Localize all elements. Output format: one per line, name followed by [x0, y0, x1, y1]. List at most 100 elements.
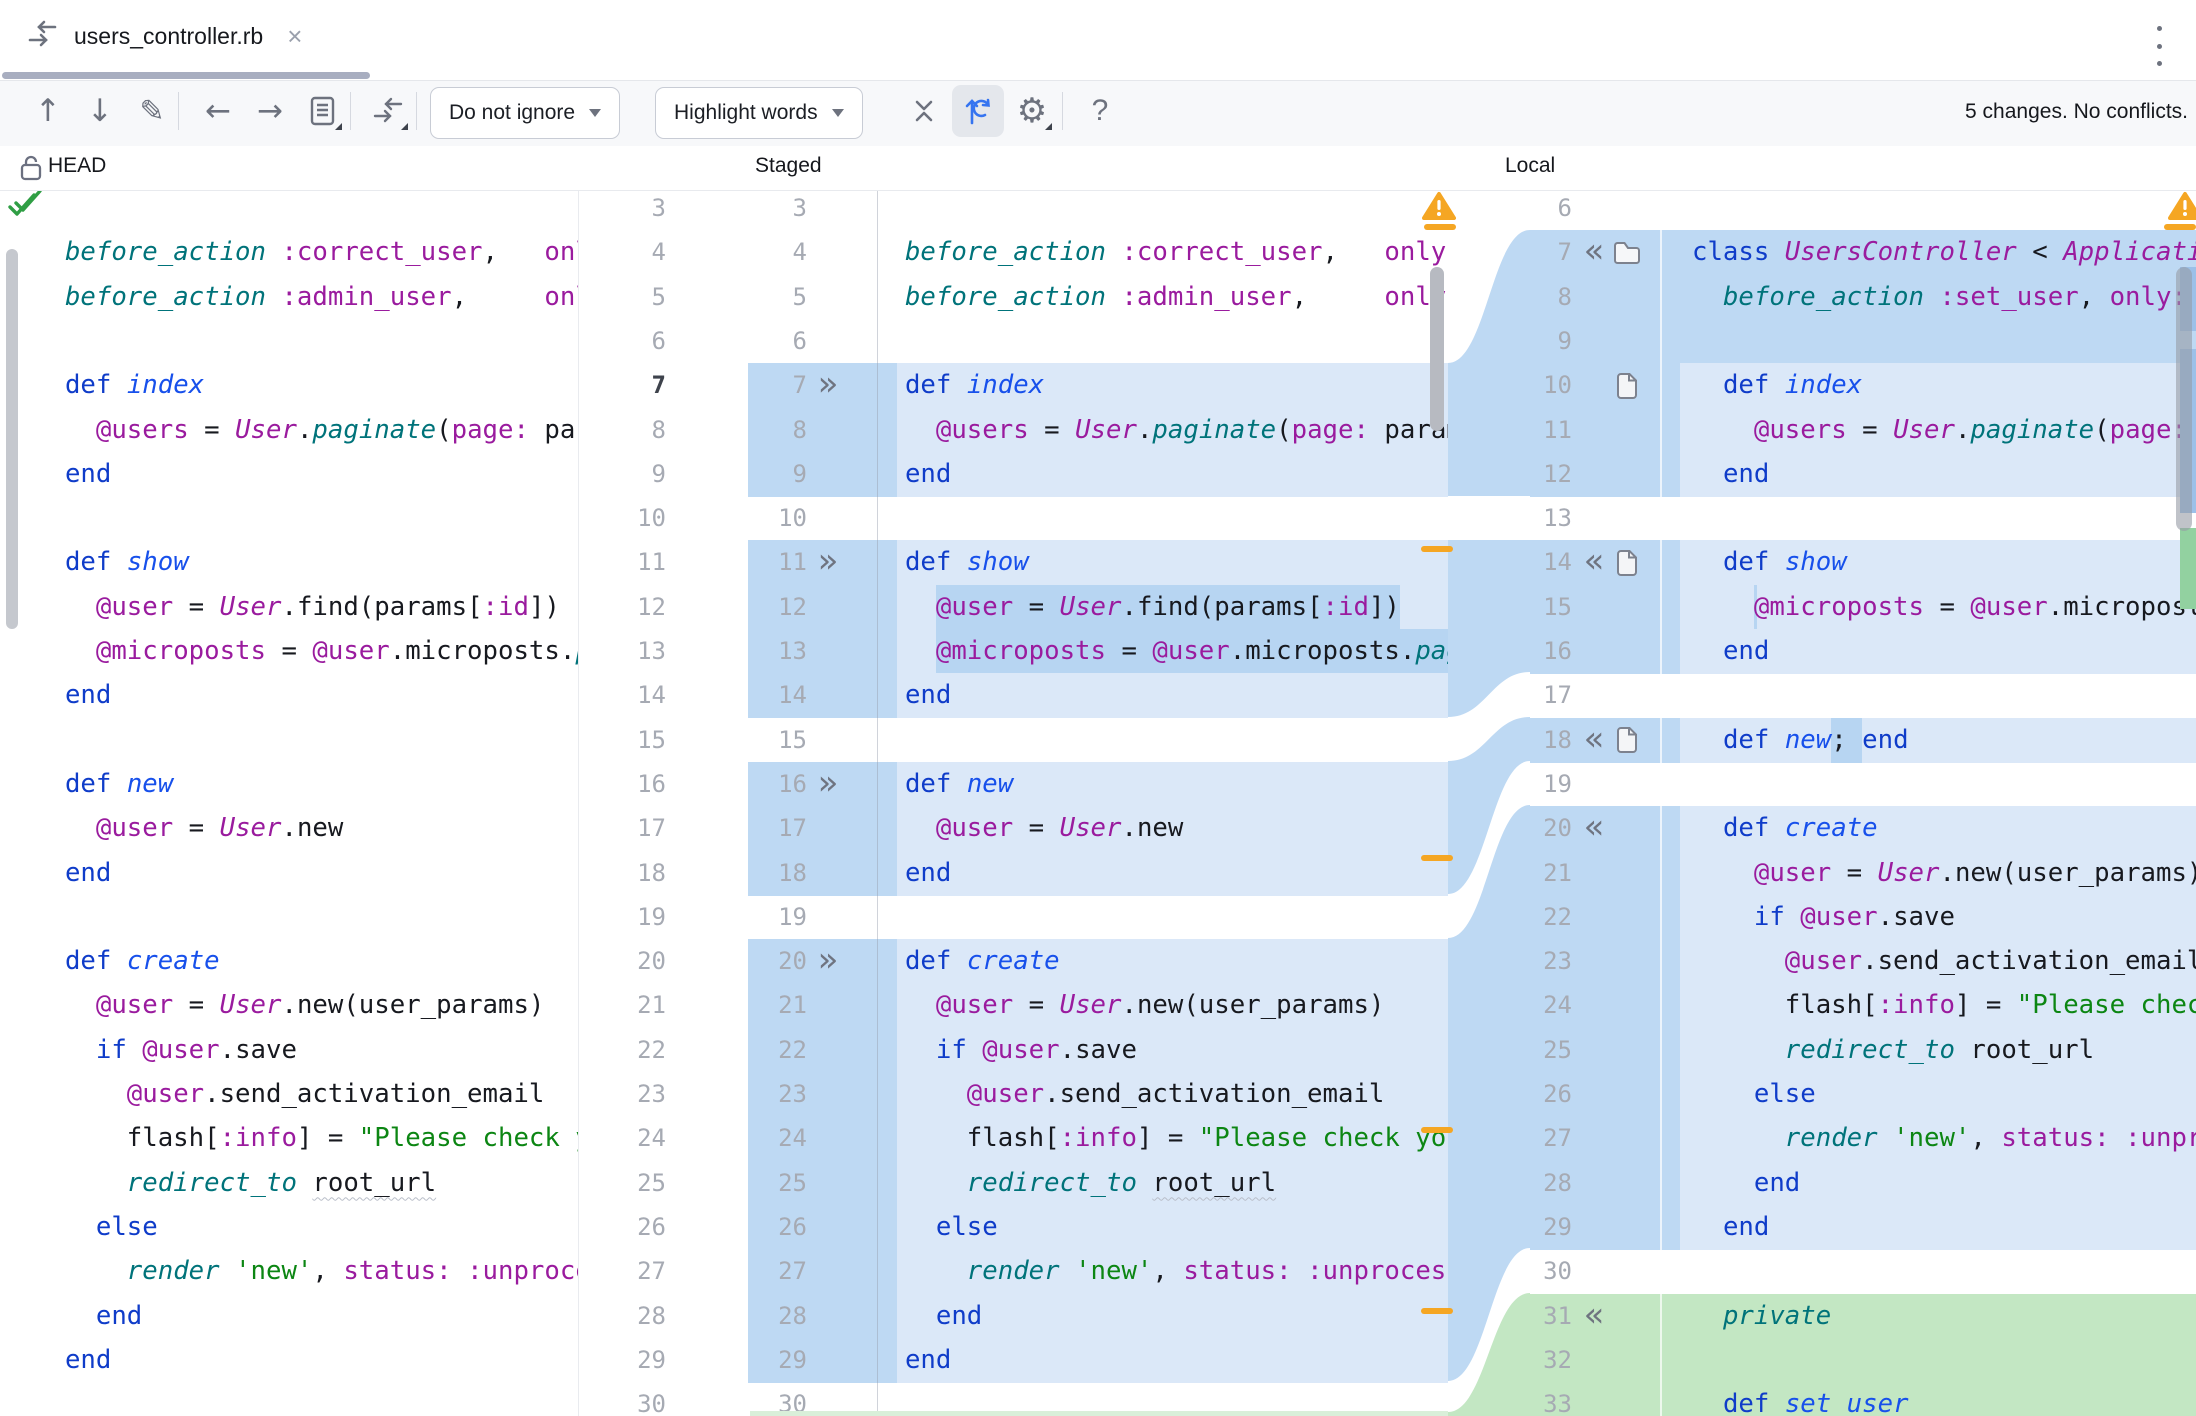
local-code-line[interactable]: def set_user	[1692, 1382, 2196, 1416]
edit-icon[interactable]: ✎	[126, 85, 178, 137]
local-code-line[interactable]	[1692, 1338, 2196, 1383]
file-icon[interactable]	[1612, 363, 1640, 408]
local-code-line[interactable]: end	[1692, 1161, 2196, 1206]
line-number: 15	[700, 718, 807, 763]
head-scrollbar[interactable]	[6, 249, 18, 629]
changelist-icon[interactable]	[296, 85, 348, 137]
merge-arrows-icon[interactable]	[362, 85, 414, 137]
staged-code-line[interactable]: end	[874, 1294, 1448, 1339]
staged-code-line[interactable]: flash[:info] = "Please check yo	[874, 1116, 1448, 1161]
staged-code-line[interactable]: before_action :correct_user, only	[874, 230, 1448, 275]
line-number: 21	[586, 983, 666, 1028]
head-code-line: end	[34, 452, 578, 497]
local-scrollbar[interactable]	[2176, 267, 2192, 531]
local-code-line[interactable]: class UsersController < ApplicationCon	[1692, 230, 2196, 275]
local-code-line[interactable]: @user = User.new(user_params)	[1692, 851, 2196, 896]
local-code-line[interactable]: @microposts = @user.microposts	[1692, 585, 2196, 630]
local-code-line[interactable]	[1692, 496, 2196, 541]
local-code-line[interactable]	[1692, 319, 2196, 364]
tab-close-icon[interactable]: ×	[287, 21, 302, 52]
apply-change-right-button[interactable]: »	[808, 762, 848, 807]
staged-code-line[interactable]: before_action :admin_user, only	[874, 275, 1448, 320]
line-number: 17	[586, 806, 666, 851]
local-code-line[interactable]: end	[1692, 452, 2196, 497]
local-code-line[interactable]: def index	[1692, 363, 2196, 408]
next-change-button[interactable]: ↓	[74, 85, 126, 137]
apply-change-left-button[interactable]: «	[1574, 1294, 1614, 1339]
highlight-mode-dropdown[interactable]: Highlight words	[655, 87, 863, 139]
head-code-line	[34, 190, 578, 231]
staged-code-line[interactable]: @user.send_activation_email	[874, 1072, 1448, 1117]
local-code-line[interactable]: def create	[1692, 806, 2196, 851]
merge-window: users_controller.rb × ↑ ↓ ✎ ← → Do not i…	[0, 0, 2196, 1416]
apply-change-left-button[interactable]: «	[1574, 718, 1614, 763]
local-code-line[interactable]: redirect_to root_url	[1692, 1028, 2196, 1073]
local-code-line[interactable]: end	[1692, 629, 2196, 674]
local-code-line[interactable]	[1692, 190, 2196, 231]
staged-code-line[interactable]	[874, 496, 1448, 541]
help-icon[interactable]: ?	[1074, 85, 1126, 137]
tab-users-controller[interactable]: users_controller.rb ×	[0, 0, 302, 72]
settings-gear-icon[interactable]: ⚙	[1006, 85, 1058, 137]
head-code-line	[34, 319, 578, 364]
staged-code-line[interactable]: @users = User.paginate(page: param	[874, 408, 1448, 453]
staged-code-line[interactable]: end	[874, 1338, 1448, 1383]
local-code-line[interactable]: @user.send_activation_email	[1692, 939, 2196, 984]
apply-change-right-button[interactable]: »	[808, 363, 848, 408]
folder-icon[interactable]	[1612, 230, 1642, 275]
file-icon[interactable]	[1612, 540, 1640, 585]
local-code-line[interactable]: @users = User.paginate(page: p	[1692, 408, 2196, 453]
apply-change-left-button[interactable]: «	[1574, 806, 1614, 851]
local-change-bar	[1660, 806, 1680, 851]
staged-code-line[interactable]: end	[874, 452, 1448, 497]
local-code-line[interactable]: end	[1692, 1205, 2196, 1250]
staged-code-line[interactable]: def new	[874, 762, 1448, 807]
local-code-line[interactable]: before_action :set_user, only:	[1692, 275, 2196, 320]
staged-code-line[interactable]: def create	[874, 939, 1448, 984]
apply-change-left-button[interactable]: «	[1574, 540, 1614, 585]
staged-code-line[interactable]	[874, 190, 1448, 231]
apply-change-right-button[interactable]: »	[808, 540, 848, 585]
file-icon[interactable]	[1612, 718, 1640, 763]
staged-code-line[interactable]	[874, 718, 1448, 763]
local-code-line[interactable]	[1692, 673, 2196, 718]
staged-code-line[interactable]	[874, 319, 1448, 364]
staged-code-line[interactable]: @user = User.find(params[:id])	[874, 585, 1448, 630]
local-code-line[interactable]: def new; end	[1692, 718, 2196, 763]
more-options-icon[interactable]	[2152, 24, 2166, 68]
head-code-line: redirect_to root_url	[34, 1161, 578, 1206]
staged-code-line[interactable]: @microposts = @user.microposts.pagi	[874, 629, 1448, 674]
merge-file-icon	[24, 16, 60, 57]
local-code-line[interactable]: render 'new', status: :unpr	[1692, 1116, 2196, 1161]
local-code-line[interactable]	[1692, 1249, 2196, 1294]
local-code-line[interactable]: def show	[1692, 540, 2196, 585]
arrow-left-button[interactable]: ←	[192, 85, 244, 137]
staged-code-line[interactable]: else	[874, 1205, 1448, 1250]
previous-change-button[interactable]: ↑	[22, 85, 74, 137]
ignore-whitespace-dropdown[interactable]: Do not ignore	[430, 87, 620, 139]
staged-code-line[interactable]: end	[874, 851, 1448, 896]
staged-code-line[interactable]: @user = User.new	[874, 806, 1448, 851]
staged-code-line[interactable]: render 'new', status: :unproces	[874, 1249, 1448, 1294]
staged-code-line[interactable]	[874, 895, 1448, 940]
staged-code-line[interactable]: def index	[874, 363, 1448, 408]
local-change-bar	[1660, 1116, 1680, 1161]
local-code-line[interactable]: else	[1692, 1072, 2196, 1117]
staged-code-line[interactable]: if @user.save	[874, 1028, 1448, 1073]
apply-change-left-button[interactable]: «	[1574, 230, 1614, 275]
local-code-line[interactable]: private	[1692, 1294, 2196, 1339]
local-code-line[interactable]: flash[:info] = "Please chec	[1692, 983, 2196, 1028]
collapse-unchanged-icon[interactable]	[898, 85, 950, 137]
line-number: 16	[700, 762, 807, 807]
staged-scrollbar[interactable]	[1430, 267, 1444, 431]
apply-change-right-button[interactable]: »	[808, 939, 848, 984]
sync-scrolling-icon[interactable]	[952, 85, 1004, 137]
local-code-line[interactable]: if @user.save	[1692, 895, 2196, 940]
staged-code-line[interactable]: def show	[874, 540, 1448, 585]
local-change-bar	[1660, 851, 1680, 896]
staged-code-line[interactable]: redirect_to root_url	[874, 1161, 1448, 1206]
local-code-line[interactable]	[1692, 762, 2196, 807]
arrow-right-button[interactable]: →	[244, 85, 296, 137]
staged-code-line[interactable]: end	[874, 673, 1448, 718]
staged-code-line[interactable]: @user = User.new(user_params)	[874, 983, 1448, 1028]
